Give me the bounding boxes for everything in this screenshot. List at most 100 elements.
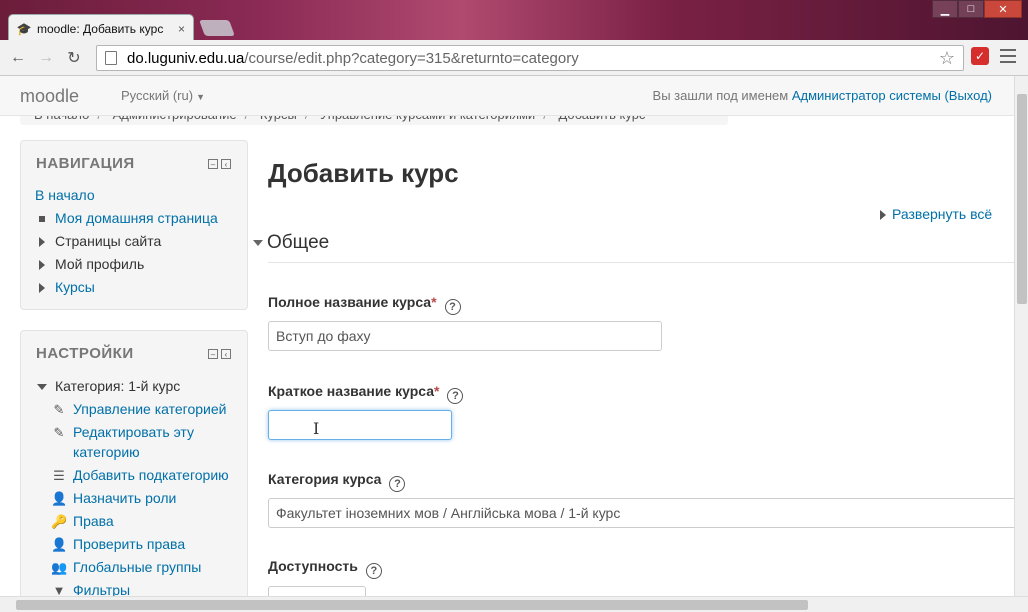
horizontal-scrollbar-thumb[interactable] — [16, 600, 808, 610]
logout-link[interactable]: (Выход) — [944, 88, 992, 103]
navigation-block-title: НАВИГАЦИЯ — [36, 155, 135, 172]
settings-item-assign-roles[interactable]: 👤 Назначить роли — [51, 489, 176, 508]
section-general-label: Общее — [267, 232, 330, 253]
expand-arrow-icon — [39, 237, 45, 248]
category-label: Категория курса? — [268, 471, 406, 492]
expand-arrow-icon — [880, 210, 886, 221]
settings-item-filters[interactable]: ▼ Фильтры — [51, 581, 131, 596]
settings-item-label: Управление категорией — [73, 401, 227, 417]
collapse-block-icon[interactable]: – — [208, 159, 218, 169]
language-label: Русский (ru) — [121, 88, 194, 103]
pencil-icon: ✎ — [53, 425, 65, 440]
shortname-input[interactable] — [268, 410, 452, 440]
nav-item-courses[interactable]: Курсы — [39, 278, 95, 296]
required-mark: * — [431, 294, 437, 310]
navigation-block: НАВИГАЦИЯ – ‹ В начало Моя домашняя стра… — [20, 140, 248, 310]
back-button[interactable]: ← — [8, 48, 28, 68]
page-title: Добавить курс — [268, 158, 459, 188]
settings-item-edit-category-line2[interactable]: категорию — [73, 443, 140, 461]
tab-close-icon[interactable]: × — [178, 22, 185, 36]
help-icon[interactable]: ? — [389, 476, 406, 492]
close-window-button[interactable]: ✕ — [984, 0, 1022, 18]
browser-menu-icon[interactable] — [1000, 49, 1016, 63]
nav-item-site-pages[interactable]: Страницы сайта — [39, 232, 161, 250]
help-icon[interactable]: ? — [444, 299, 461, 315]
settings-block: НАСТРОЙКИ – ‹ Категория: 1-й курс ✎ Управ… — [20, 330, 248, 596]
required-mark: * — [434, 383, 440, 399]
block-controls: – ‹ — [208, 159, 231, 169]
pencil-icon: ✎ — [53, 402, 65, 417]
settings-item-label: Редактировать эту — [73, 424, 195, 440]
bookmark-star-icon[interactable]: ☆ — [939, 48, 955, 69]
nav-item-my-home[interactable]: Моя домашняя страница — [39, 209, 218, 227]
moodle-page: moodle Русский (ru) ▼ Вы зашли под именем… — [0, 76, 1014, 596]
visibility-label-text: Доступность — [268, 558, 358, 574]
settings-item-add-subcategory[interactable]: ☰ Добавить подкатегорию — [51, 466, 229, 485]
settings-item-cohorts[interactable]: 👥 Глобальные группы — [51, 558, 201, 577]
settings-item-label: Права — [73, 513, 114, 529]
user-icon: 👤 — [51, 491, 68, 506]
login-info: Вы зашли под именем Администратор систем… — [653, 88, 992, 103]
settings-item-edit-category[interactable]: ✎ Редактировать эту — [51, 423, 194, 442]
language-menu[interactable]: Русский (ru)▼ — [121, 88, 205, 103]
help-icon[interactable]: ? — [447, 388, 464, 404]
collapse-block-icon[interactable]: – — [208, 349, 218, 359]
nav-item-label: Страницы сайта — [55, 233, 162, 249]
settings-item-label: Назначить роли — [73, 490, 177, 506]
fullname-label: Полное название курса*? — [268, 294, 461, 315]
navbar-content: moodle Русский (ru) ▼ Вы зашли под именем… — [0, 76, 1014, 116]
collapse-arrow-icon — [37, 384, 47, 391]
dock-block-icon[interactable]: ‹ — [221, 159, 231, 169]
new-tab-button[interactable] — [199, 20, 235, 36]
shortname-label-text: Краткое название курса — [268, 383, 435, 399]
users-icon: 👥 — [51, 560, 68, 575]
settings-category-node[interactable]: Категория: 1-й курс — [37, 377, 180, 395]
settings-item-permissions[interactable]: 🔑 Права — [51, 512, 114, 531]
moodle-favicon-icon: 🎓 — [16, 21, 32, 36]
horizontal-scrollbar[interactable] — [0, 596, 1028, 612]
block-controls: – ‹ — [208, 349, 231, 359]
browser-tab[interactable]: 🎓 moodle: Добавить курс × — [8, 14, 194, 42]
help-icon[interactable]: ? — [365, 563, 382, 579]
url-host: do.luguniv.edu.ua — [127, 49, 245, 67]
url-path: /course/edit.php?category=315&returnto=c… — [244, 49, 579, 67]
settings-item-label: Глобальные группы — [73, 559, 202, 575]
expand-all-link[interactable]: Развернуть всё — [880, 206, 992, 222]
page-icon — [105, 51, 117, 65]
fullname-label-text: Полное название курса — [268, 294, 432, 310]
expand-all-label: Развернуть всё — [892, 206, 993, 222]
vertical-scrollbar-thumb[interactable] — [1017, 94, 1027, 304]
address-bar[interactable]: do.luguniv.edu.ua/course/edit.php?catego… — [96, 45, 964, 71]
nav-item-label: Курсы — [55, 279, 95, 295]
moodle-brand[interactable]: moodle — [20, 86, 79, 107]
settings-item-manage-category[interactable]: ✎ Управление категорией — [51, 400, 227, 419]
fullname-input[interactable]: Вступ до фаху — [268, 321, 662, 351]
settings-category-label: Категория: 1-й курс — [55, 378, 181, 394]
reload-button[interactable]: ↻ — [64, 48, 84, 68]
nav-item-my-profile[interactable]: Мой профиль — [39, 255, 144, 273]
forward-button[interactable]: → — [36, 48, 56, 68]
caret-down-icon: ▼ — [196, 92, 205, 102]
section-general-toggle[interactable]: Общее — [253, 232, 329, 254]
nav-item-label: Моя домашняя страница — [55, 210, 218, 226]
category-select[interactable]: Факультет іноземних мов / Англійська мов… — [268, 498, 1014, 528]
visibility-select[interactable] — [268, 586, 366, 596]
text-cursor-icon: I — [313, 419, 320, 438]
nav-item-home[interactable]: В начало — [35, 186, 95, 204]
maximize-button[interactable]: □ — [958, 0, 984, 18]
settings-item-label: Добавить подкатегорию — [73, 467, 229, 483]
login-prefix: Вы зашли под именем — [652, 88, 792, 103]
browser-toolbar: ← → ↻ do.luguniv.edu.ua/course/edit.php?… — [0, 40, 1028, 76]
settings-item-check-permissions[interactable]: 👤 Проверить права — [51, 535, 185, 554]
bullet-icon — [39, 216, 45, 223]
subcategory-icon: ☰ — [53, 468, 65, 483]
dock-block-icon[interactable]: ‹ — [221, 349, 231, 359]
section-divider — [268, 262, 1014, 263]
settings-item-label: Фильтры — [73, 582, 131, 596]
vertical-scrollbar[interactable] — [1014, 76, 1028, 596]
collapse-arrow-icon — [253, 239, 263, 246]
user-name-link[interactable]: Администратор системы — [792, 88, 941, 103]
user-check-icon: 👤 — [51, 537, 68, 552]
minimize-button[interactable]: ▁ — [932, 0, 958, 18]
extension-icon[interactable]: ✓ — [971, 47, 989, 65]
